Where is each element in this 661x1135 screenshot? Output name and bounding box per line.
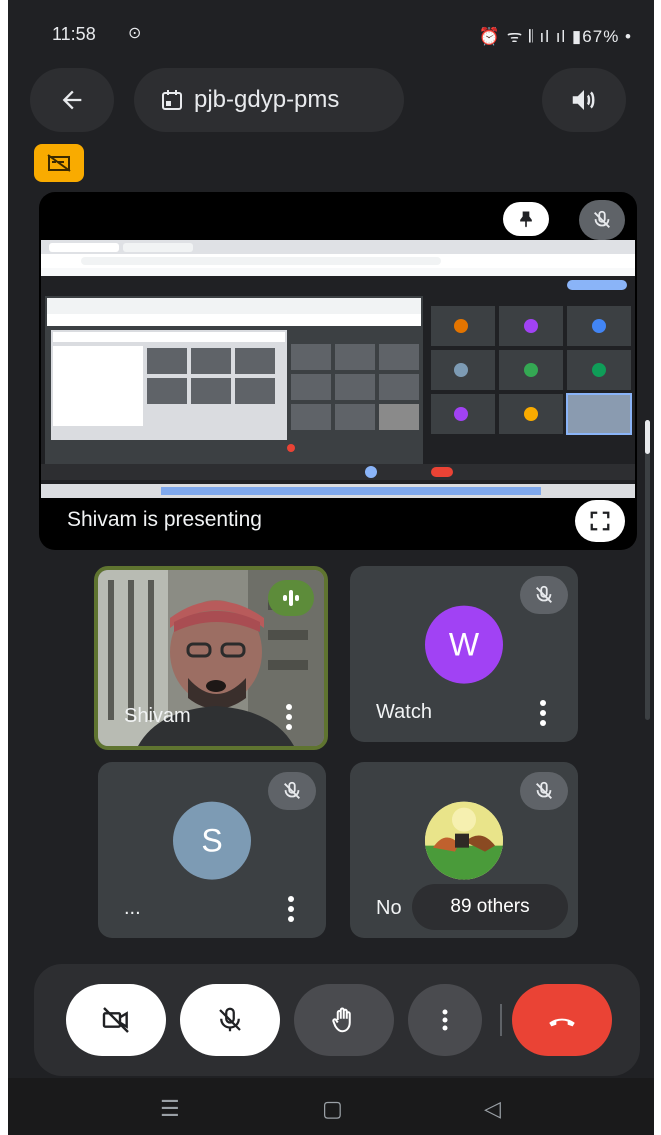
captions-off-badge[interactable]: [34, 144, 84, 182]
scrollbar[interactable]: [645, 420, 650, 720]
participant-more-button[interactable]: [288, 896, 296, 922]
meeting-code: pjb-gdyp-pms: [194, 86, 340, 113]
avatar: S: [173, 801, 251, 880]
screen-record-icon: ⊙: [128, 25, 142, 42]
status-icons: ⏰ ᯤ 𝄃 ıl ıl ▮67% •: [478, 27, 632, 46]
no-video-badge-icon: [47, 154, 71, 172]
mic-off-icon: [536, 585, 552, 603]
pin-icon: [520, 211, 532, 228]
meeting-info-button[interactable]: pjb-gdyp-pms: [134, 68, 404, 132]
more-vert-icon: [442, 1009, 448, 1031]
home-nav-icon[interactable]: ▢: [322, 1096, 343, 1122]
presentation-tile[interactable]: Shivam is presenting: [39, 192, 637, 550]
camera-off-icon: [102, 1007, 129, 1033]
participant-tile-shivam[interactable]: Shivam: [94, 566, 328, 750]
speaking-indicator: [268, 580, 314, 616]
status-bar: 11:58 ⊙ ⏰ ᯤ 𝄃 ıl ıl ▮67% •: [8, 18, 654, 50]
end-call-icon: [549, 1018, 575, 1027]
participant-more-button[interactable]: [540, 700, 548, 726]
speaker-button[interactable]: [542, 68, 626, 132]
mic-off-indicator: [268, 772, 316, 810]
participant-more-button[interactable]: [286, 704, 294, 730]
status-time: 11:58: [52, 24, 96, 44]
raise-hand-button[interactable]: [294, 984, 394, 1056]
end-call-button[interactable]: [512, 984, 612, 1056]
back-nav-icon[interactable]: ◁: [484, 1096, 501, 1122]
audio-wave-icon: [283, 590, 299, 606]
scroll-thumb[interactable]: [645, 420, 650, 454]
call-controls: [34, 964, 640, 1076]
raise-hand-icon: [332, 1007, 351, 1033]
mic-off-icon: [594, 210, 610, 228]
back-button[interactable]: [30, 68, 114, 132]
mic-off-icon: [219, 1007, 241, 1032]
shared-screen-content: [41, 240, 635, 498]
avatar-image: [425, 801, 503, 880]
participant-tile-watch[interactable]: W Watch: [350, 566, 578, 742]
mic-off-icon: [536, 781, 552, 799]
recents-nav-icon[interactable]: ☰: [160, 1096, 180, 1122]
camera-toggle-button[interactable]: [66, 984, 166, 1056]
speaker-icon: [572, 90, 595, 110]
fullscreen-icon: [590, 511, 610, 531]
android-nav-bar: ☰ ▢ ◁: [8, 1078, 654, 1135]
controls-divider: [500, 1004, 502, 1036]
arrow-back-icon: [62, 90, 82, 110]
presenter-label: Shivam is presenting: [67, 508, 262, 531]
participant-name: ...: [124, 897, 141, 919]
mic-off-indicator: [520, 772, 568, 810]
presentation-mute-indicator: [579, 200, 625, 240]
avatar-photo: [425, 801, 503, 880]
top-bar: pjb-gdyp-pms: [8, 64, 654, 136]
pin-button[interactable]: [503, 202, 549, 236]
calendar-icon: [160, 88, 184, 112]
shared-screen: [41, 240, 635, 498]
participant-name: Shivam: [124, 705, 191, 727]
avatar: W: [425, 605, 503, 684]
participant-name: No: [376, 897, 402, 919]
others-count-pill[interactable]: 89 others: [412, 884, 568, 930]
mic-toggle-button[interactable]: [180, 984, 280, 1056]
battery-percent: 67%: [582, 27, 620, 46]
participant-name: Watch: [376, 701, 432, 723]
fullscreen-button[interactable]: [575, 500, 625, 542]
participant-tile-s[interactable]: S ...: [98, 762, 326, 938]
mic-off-indicator: [520, 576, 568, 614]
more-options-button[interactable]: [408, 984, 482, 1056]
phone-screen: 11:58 ⊙ ⏰ ᯤ 𝄃 ıl ıl ▮67% • pjb-gdyp-pms: [8, 0, 654, 1135]
mic-off-icon: [284, 781, 300, 799]
